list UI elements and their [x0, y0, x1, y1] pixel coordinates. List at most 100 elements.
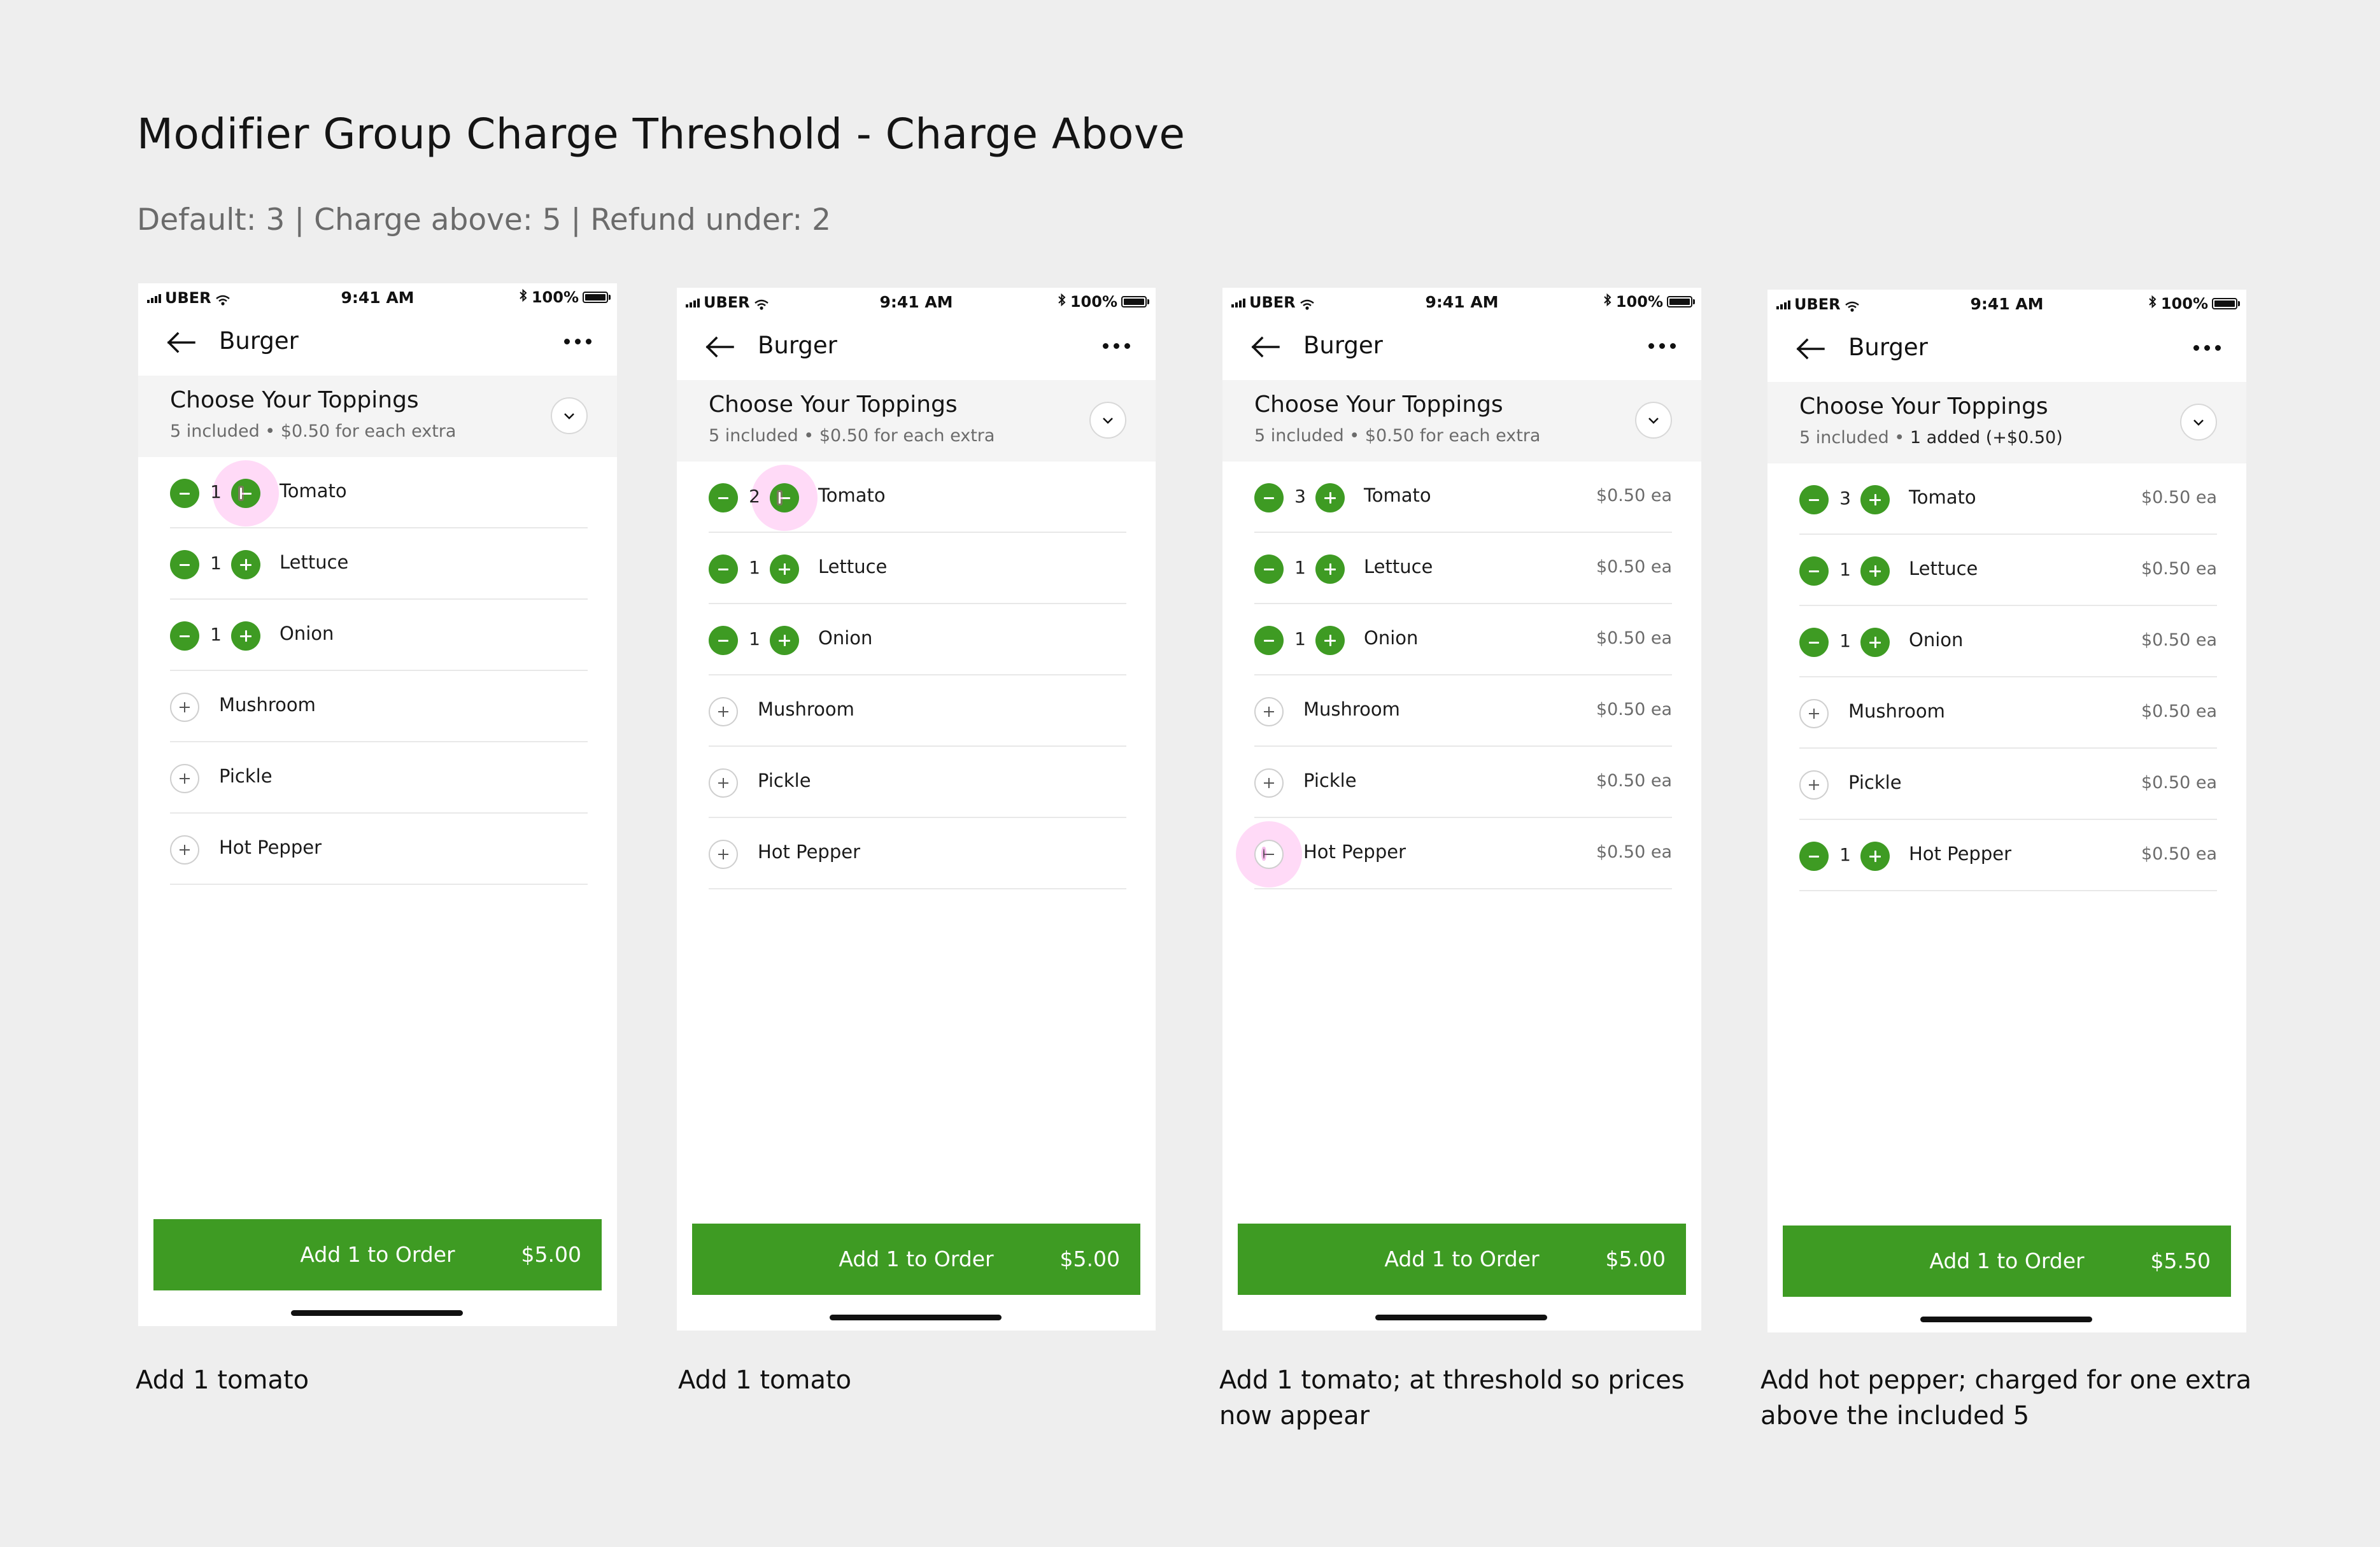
minus-icon[interactable] [170, 479, 199, 508]
chevron-down-icon[interactable] [2180, 404, 2217, 441]
plus-icon[interactable] [1254, 840, 1284, 869]
topping-row[interactable]: 1 Onion $0.50 ea [1767, 606, 2246, 677]
more-icon[interactable] [1103, 343, 1130, 349]
modifier-group-header[interactable]: Choose Your Toppings 5 included • $0.50 f… [677, 380, 1156, 462]
topping-row[interactable]: Pickle [138, 742, 617, 814]
nav-title: Burger [758, 332, 837, 359]
home-indicator [291, 1310, 463, 1316]
minus-icon[interactable] [709, 626, 738, 655]
minus-icon[interactable] [1254, 483, 1284, 512]
topping-name: Tomato [1364, 484, 1431, 506]
minus-icon[interactable] [1254, 626, 1284, 655]
plus-icon[interactable] [770, 555, 799, 584]
plus-icon[interactable] [231, 621, 260, 651]
minus-icon[interactable] [1799, 556, 1829, 586]
minus-icon[interactable] [709, 555, 738, 584]
topping-name: Mushroom [758, 698, 854, 720]
plus-icon[interactable] [170, 835, 199, 865]
add-to-order-button[interactable]: Add 1 to Order $5.00 [153, 1219, 602, 1290]
topping-row[interactable]: 1 Lettuce $0.50 ea [1222, 533, 1701, 604]
topping-row[interactable]: 1 Lettuce $0.50 ea [1767, 535, 2246, 606]
topping-row[interactable]: 2 Tomato [677, 462, 1156, 533]
back-arrow-icon[interactable] [1249, 334, 1282, 360]
plus-icon[interactable] [170, 764, 199, 793]
chevron-down-icon[interactable] [1635, 402, 1672, 439]
topping-row[interactable]: Pickle [677, 747, 1156, 818]
more-icon[interactable] [2193, 345, 2221, 351]
group-subtitle: 5 included • $0.50 for each extra [170, 421, 456, 441]
topping-name: Tomato [818, 484, 886, 506]
plus-icon[interactable] [170, 693, 199, 722]
minus-icon[interactable] [1254, 555, 1284, 584]
topping-row[interactable]: Pickle $0.50 ea [1767, 749, 2246, 820]
topping-row[interactable]: 1 Lettuce [138, 528, 617, 600]
topping-row[interactable]: 1 Onion [138, 600, 617, 671]
plus-icon[interactable] [231, 550, 260, 579]
modifier-group-header[interactable]: Choose Your Toppings 5 included • $0.50 f… [138, 376, 617, 457]
topping-row[interactable]: Hot Pepper $0.50 ea [1222, 818, 1701, 889]
plus-icon[interactable] [1254, 697, 1284, 726]
topping-name: Onion [1364, 627, 1419, 649]
minus-icon[interactable] [170, 621, 199, 651]
plus-icon[interactable] [1315, 555, 1345, 584]
topping-row[interactable]: 1 Onion $0.50 ea [1222, 604, 1701, 675]
chevron-down-icon[interactable] [1089, 402, 1126, 439]
topping-row[interactable]: Mushroom [138, 671, 617, 742]
topping-row[interactable]: Pickle $0.50 ea [1222, 747, 1701, 818]
minus-icon[interactable] [709, 483, 738, 512]
minus-icon[interactable] [1799, 842, 1829, 871]
modifier-group-header[interactable]: Choose Your Toppings 5 included • 1 added… [1767, 382, 2246, 463]
more-icon[interactable] [1648, 343, 1676, 349]
plus-icon[interactable] [1799, 770, 1829, 800]
plus-icon[interactable] [1860, 556, 1890, 586]
topping-row[interactable]: 3 Tomato $0.50 ea [1222, 462, 1701, 533]
back-arrow-icon[interactable] [1794, 336, 1827, 362]
plus-icon[interactable] [709, 697, 738, 726]
battery-icon [1121, 296, 1149, 307]
chevron-down-icon[interactable] [551, 397, 588, 434]
plus-icon[interactable] [1315, 626, 1345, 655]
page-title: Modifier Group Charge Threshold - Charge… [137, 109, 1186, 159]
plus-icon[interactable] [1254, 768, 1284, 798]
topping-name: Hot Pepper [758, 841, 861, 863]
minus-icon[interactable] [170, 550, 199, 579]
plus-icon[interactable] [1860, 485, 1890, 514]
topping-row[interactable]: Mushroom $0.50 ea [1767, 677, 2246, 749]
plus-icon[interactable] [709, 840, 738, 869]
modifier-group-header[interactable]: Choose Your Toppings 5 included • $0.50 f… [1222, 380, 1701, 462]
plus-icon[interactable] [709, 768, 738, 798]
topping-row[interactable]: Mushroom [677, 675, 1156, 747]
back-arrow-icon[interactable] [704, 334, 737, 360]
topping-row[interactable]: Mushroom $0.50 ea [1222, 675, 1701, 747]
plus-icon[interactable] [1860, 628, 1890, 657]
plus-icon[interactable] [1799, 699, 1829, 728]
quantity-value: 3 [1294, 486, 1306, 507]
topping-row[interactable]: 3 Tomato $0.50 ea [1767, 463, 2246, 535]
row-divider [709, 888, 1126, 889]
battery-percent: 100% [1070, 293, 1117, 311]
status-bar: UBER 9:41 AM 100% [677, 288, 1156, 316]
group-title: Choose Your Toppings [1254, 392, 1503, 418]
back-arrow-icon[interactable] [165, 330, 198, 355]
minus-icon[interactable] [1799, 485, 1829, 514]
add-to-order-button[interactable]: Add 1 to Order $5.50 [1783, 1226, 2231, 1297]
nav-title: Burger [1848, 334, 1928, 361]
topping-row[interactable]: Hot Pepper [677, 818, 1156, 889]
topping-row[interactable]: Hot Pepper [138, 814, 617, 885]
topping-row[interactable]: 1 Onion [677, 604, 1156, 675]
plus-icon[interactable] [1315, 483, 1345, 512]
group-subtitle-lead: 5 included • [170, 421, 281, 441]
plus-icon[interactable] [231, 479, 260, 508]
topping-row[interactable]: 1 Hot Pepper $0.50 ea [1767, 820, 2246, 891]
minus-icon[interactable] [1799, 628, 1829, 657]
screen-caption: Add 1 tomato [136, 1366, 309, 1395]
add-to-order-button[interactable]: Add 1 to Order $5.00 [1238, 1224, 1686, 1295]
plus-icon[interactable] [770, 626, 799, 655]
more-icon[interactable] [564, 339, 591, 344]
topping-row[interactable]: 1 Tomato [138, 457, 617, 528]
add-to-order-button[interactable]: Add 1 to Order $5.00 [692, 1224, 1140, 1295]
topping-price: $0.50 ea [1596, 628, 1672, 648]
plus-icon[interactable] [1860, 842, 1890, 871]
plus-icon[interactable] [770, 483, 799, 512]
topping-row[interactable]: 1 Lettuce [677, 533, 1156, 604]
